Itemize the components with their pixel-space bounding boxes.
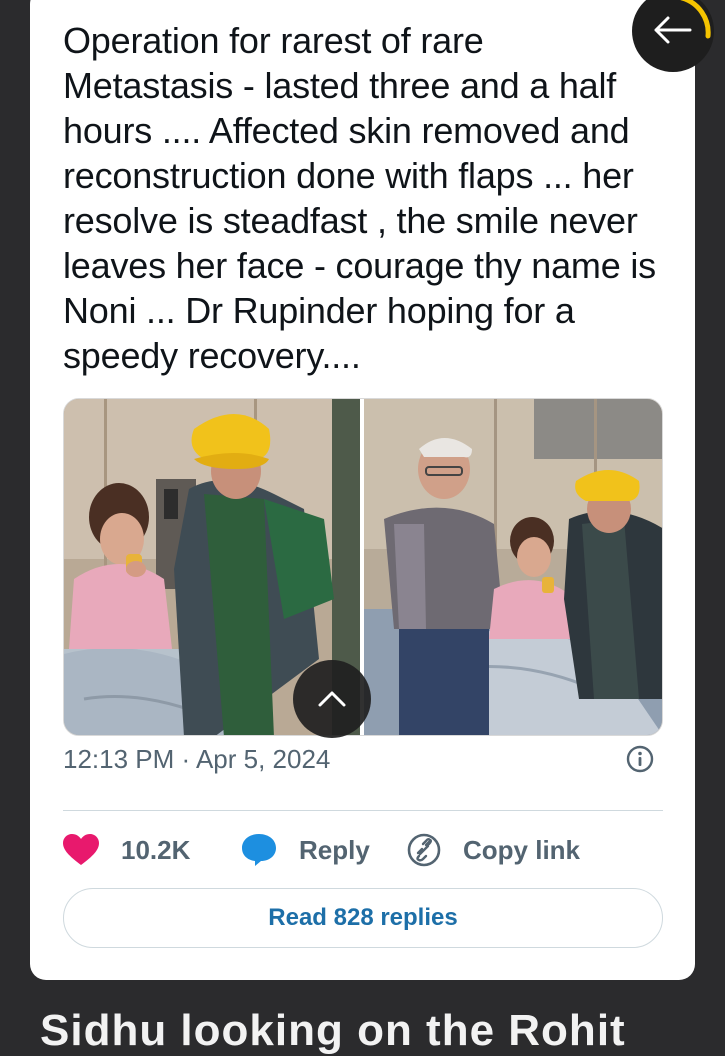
tweet-text: Operation for rarest of rare Metastasis …	[63, 20, 656, 376]
actions-divider	[63, 810, 663, 811]
arrow-left-icon	[654, 0, 711, 44]
back-button[interactable]	[632, 0, 714, 72]
link-icon	[407, 833, 441, 867]
scroll-up-button[interactable]	[293, 660, 371, 738]
next-post-headline[interactable]: Sidhu looking on the Rohit	[40, 1006, 626, 1056]
reply-label: Reply	[299, 834, 370, 865]
like-count: 10.2K	[121, 834, 191, 865]
speech-bubble-icon	[242, 834, 276, 866]
tweet-timestamp: 12:13 PM · Apr 5, 2024	[63, 744, 331, 774]
tweet-actions: 10.2K Reply Copy link	[63, 828, 663, 872]
copy-link-button[interactable]: Copy link	[407, 828, 580, 872]
info-icon[interactable]	[626, 745, 654, 773]
tweet-card: Operation for rarest of rare Metastasis …	[30, 0, 695, 980]
copy-link-label: Copy link	[463, 834, 581, 865]
hospital-photo-right[interactable]	[364, 399, 662, 735]
heart-icon	[63, 834, 99, 865]
read-replies-button[interactable]: Read 828 replies	[63, 888, 663, 948]
hospital-photo-right-image	[364, 399, 662, 735]
like-button[interactable]: 10.2K	[63, 828, 190, 872]
chevron-up-icon	[318, 691, 346, 707]
reply-button[interactable]: Reply	[241, 828, 370, 872]
